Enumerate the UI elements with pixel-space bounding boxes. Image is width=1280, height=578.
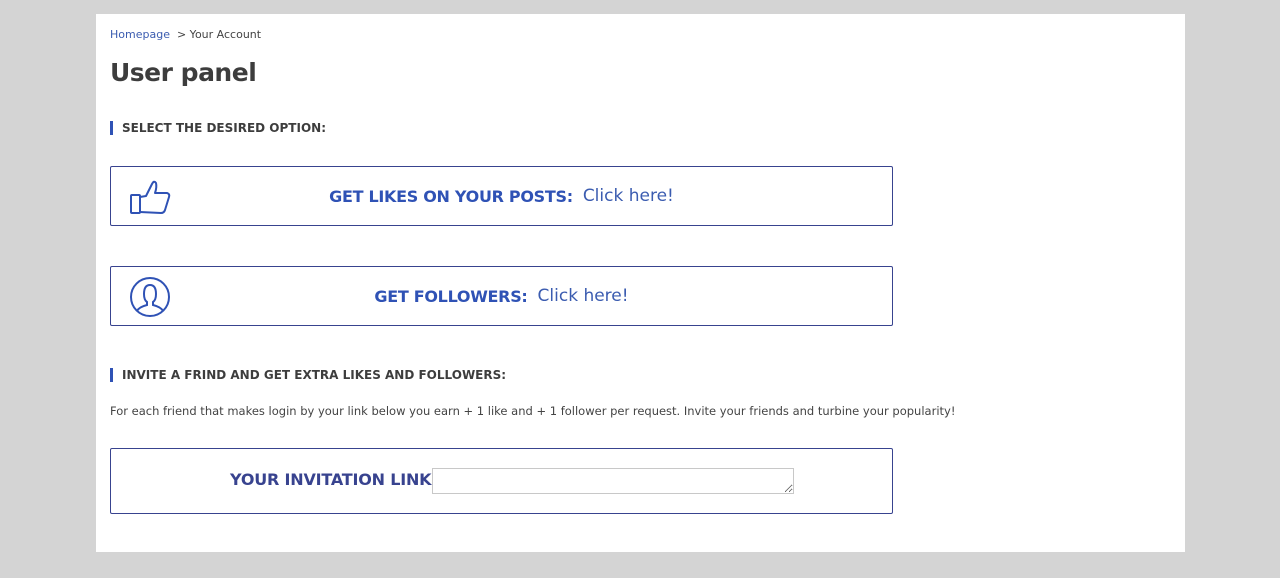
- get-followers-text: GET FOLLOWERS: Click here!: [111, 267, 892, 325]
- get-likes-label: GET LIKES ON YOUR POSTS:: [329, 186, 573, 206]
- invitation-link-box: YOUR INVITATION LINK:: [110, 448, 893, 514]
- user-panel-container: Homepage > Your Account User panel SELECT…: [96, 14, 1185, 552]
- get-likes-click-link[interactable]: Click here!: [583, 186, 674, 206]
- get-followers-label: GET FOLLOWERS:: [374, 286, 528, 306]
- get-followers-option[interactable]: GET FOLLOWERS: Click here!: [110, 266, 893, 326]
- page-title: User panel: [110, 58, 257, 87]
- get-likes-text: GET LIKES ON YOUR POSTS: Click here!: [111, 167, 892, 225]
- select-option-heading: SELECT THE DESIRED OPTION:: [110, 121, 326, 135]
- invite-friend-heading: INVITE A FRIND AND GET EXTRA LIKES AND F…: [110, 368, 506, 382]
- breadcrumb-home-link[interactable]: Homepage: [110, 28, 170, 41]
- invitation-link-label: YOUR INVITATION LINK:: [230, 470, 438, 489]
- invite-description: For each friend that makes login by your…: [110, 404, 956, 418]
- breadcrumb-current: > Your Account: [176, 28, 262, 41]
- get-likes-option[interactable]: GET LIKES ON YOUR POSTS: Click here!: [110, 166, 893, 226]
- invitation-link-field[interactable]: [432, 468, 794, 494]
- breadcrumb: Homepage > Your Account: [110, 28, 261, 41]
- get-followers-click-link[interactable]: Click here!: [538, 286, 629, 306]
